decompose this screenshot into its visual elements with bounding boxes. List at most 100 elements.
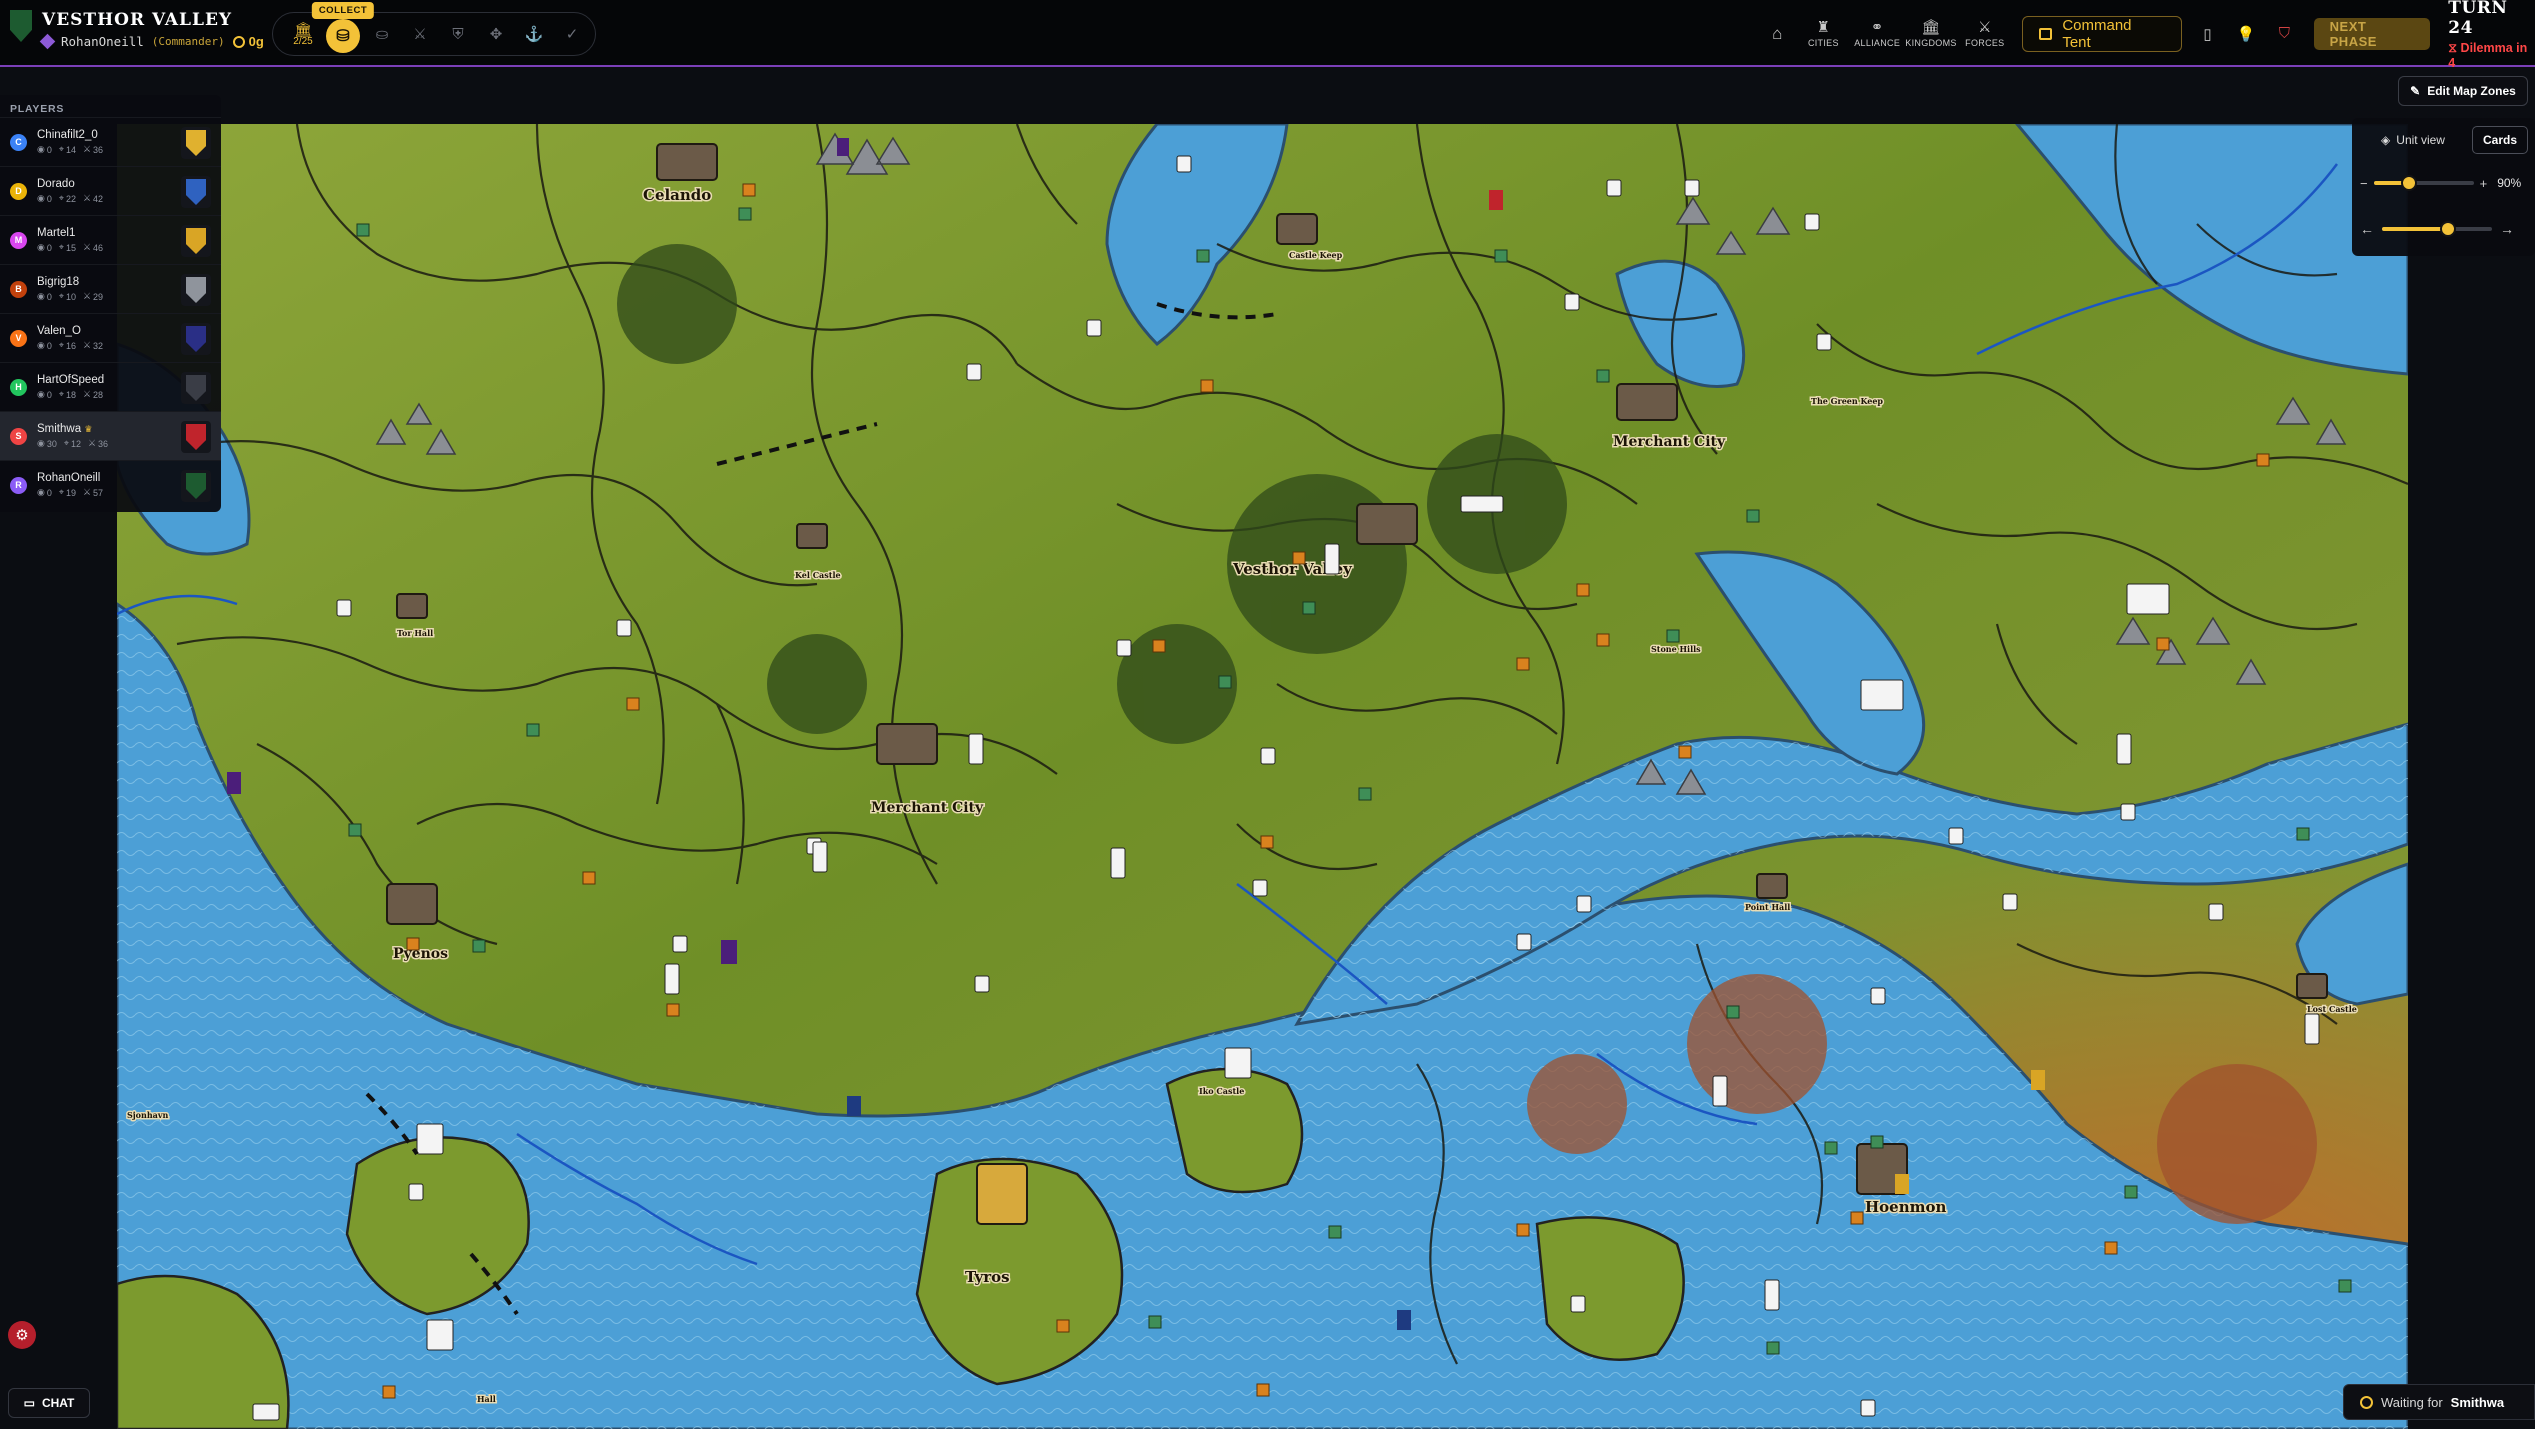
action-sword-button[interactable]: ⚔ [401, 15, 439, 53]
action-bar: 🏛 2/25 COLLECT ⛁ ⛀ ⚔ ⛨ ✥ ⚓ ✓ [272, 2, 596, 56]
city-label[interactable]: Celando [642, 185, 713, 206]
castle-icon: ♜ [1816, 18, 1831, 36]
player-row[interactable]: S Smithwa ♛ ◉ 30 ⌖ 12 ⚔ 36 [0, 411, 221, 460]
zoom-percent: 90% [2497, 176, 2522, 190]
crest-shield-icon [186, 424, 206, 450]
player-role: (Commander) [151, 35, 225, 48]
city-label[interactable]: Tyros [964, 1267, 1012, 1288]
player-row[interactable]: D Dorado ◉ 0 ⌖ 22 ⚔ 42 [0, 166, 221, 215]
players-title: PLAYERS [10, 103, 65, 115]
player-avatar: H [10, 378, 27, 396]
coin-icon: ◉ [37, 487, 45, 497]
chat-button[interactable]: ▭ CHAT [8, 1388, 90, 1418]
city-label[interactable]: Hall [476, 1393, 498, 1406]
player-stats: ◉ 0 ⌖ 14 ⚔ 36 [37, 144, 103, 155]
city-label[interactable]: Sjonhavn [126, 1109, 170, 1122]
player-stats: ◉ 0 ⌖ 22 ⚔ 42 [37, 193, 103, 204]
coin-icon: ◉ [37, 340, 45, 350]
city-label[interactable]: Castle Keep [1288, 249, 1345, 262]
check-circle-icon: ✓ [565, 26, 579, 43]
nav-alliance[interactable]: ⚭ ALLIANCE [1850, 20, 1904, 48]
settings-button[interactable]: ⚙ [8, 1321, 36, 1349]
zoom-slider-knob[interactable] [2400, 175, 2417, 191]
coin-icon: ◉ [37, 438, 45, 448]
player-row[interactable]: V Valen_O ◉ 0 ⌖ 16 ⚔ 32 [0, 313, 221, 362]
collect-button[interactable]: ⛁ [326, 19, 360, 53]
player-row[interactable]: H HartOfSpeed ◉ 0 ⌖ 18 ⚔ 28 [0, 362, 221, 411]
nav-cities[interactable]: ♜ CITIES [1796, 20, 1850, 48]
coins-icon: ⛁ [336, 28, 350, 45]
player-avatar: M [10, 231, 27, 249]
city-label[interactable]: Stone Hills [1650, 643, 1703, 656]
player-row[interactable]: C Chinafilt2_0 ◉ 0 ⌖ 14 ⚔ 36 [0, 117, 221, 166]
player-avatar: C [10, 133, 27, 151]
turn-label: TURN 24 [2448, 0, 2508, 38]
commander-diamond-icon [39, 33, 56, 50]
coin-icon: ◉ [37, 144, 45, 154]
nav-label: FORCES [1965, 37, 2005, 48]
dilemma-countdown: ⧖ Dilemma in 4 [2448, 41, 2535, 70]
player-crest [181, 470, 211, 502]
waiting-prefix: Waiting for [2381, 1394, 2443, 1410]
crest-shield-icon [186, 228, 206, 254]
unit-view-toggle[interactable]: ◈ Unit view [2360, 126, 2466, 154]
edit-map-zones-label: Edit Map Zones [2427, 84, 2516, 98]
world-map[interactable]: Celando Castle Keep Merchant City The Gr… [117, 124, 2408, 1429]
cards-view-toggle[interactable]: Cards [2472, 126, 2528, 154]
city-label[interactable]: Merchant City [1612, 433, 1728, 452]
zoom-slider[interactable] [2373, 175, 2474, 191]
city-label[interactable]: Kel Castle [794, 569, 843, 582]
treasury-button[interactable]: 🏛 2/25 [283, 22, 323, 47]
pin-icon: ⌖ [58, 291, 64, 301]
edit-map-zones-button[interactable]: ✎ Edit Map Zones [2398, 76, 2528, 106]
map-canvas[interactable]: Celando Castle Keep Merchant City The Gr… [117, 124, 2408, 1429]
zoom-out-button[interactable]: − [2360, 176, 2368, 191]
unit-view-label: Unit view [2396, 133, 2445, 147]
action-anchor-button[interactable]: ⚓ [515, 15, 553, 53]
city-label[interactable]: Pyenos [392, 945, 450, 964]
zoom-in-button[interactable]: + [2480, 176, 2488, 191]
city-label[interactable]: Lost Castle [2306, 1003, 2359, 1016]
city-label[interactable]: Merchant City [870, 799, 986, 818]
city-label[interactable]: Point Hall [1744, 901, 1792, 914]
chat-bubble-icon: ▭ [23, 1396, 35, 1410]
player-stats: ◉ 0 ⌖ 10 ⚔ 29 [37, 291, 103, 302]
player-stats: ◉ 0 ⌖ 19 ⚔ 57 [37, 487, 103, 498]
player-gold: ◉ 0 [37, 487, 52, 498]
home-button[interactable]: ⌂ [1758, 24, 1796, 44]
rotate-left-icon[interactable]: ← [2360, 221, 2374, 237]
player-row[interactable]: R RohanOneill ◉ 0 ⌖ 19 ⚔ 57 [0, 460, 221, 509]
action-confirm-button[interactable]: ✓ [553, 15, 591, 53]
device-button[interactable]: ▯ [2188, 25, 2226, 43]
nav-forces[interactable]: ⚔ FORCES [1958, 20, 2012, 48]
rotation-slider[interactable] [2382, 221, 2492, 237]
command-tent-button[interactable]: Command Tent [2021, 15, 2183, 52]
next-phase-button[interactable]: NEXT PHASE [2313, 17, 2431, 50]
defense-button[interactable]: ⛉ [2265, 25, 2303, 42]
pin-icon: ⌖ [58, 340, 64, 350]
coins-icon: ⛀ [375, 26, 389, 43]
player-crest [181, 127, 211, 159]
bank-icon: 🏛 [294, 20, 312, 37]
sword-icon: ⚔ [82, 340, 92, 350]
city-label[interactable]: Hoenmon [1864, 1197, 1949, 1218]
city-label[interactable]: The Green Keep [1810, 395, 1885, 408]
player-cities: ⌖ 19 [58, 487, 76, 498]
pin-icon: ⌖ [58, 487, 64, 497]
rotation-slider-knob[interactable] [2440, 221, 2456, 237]
city-label[interactable]: Tor Hall [396, 627, 435, 640]
action-shield-button[interactable]: ⛨ [439, 15, 477, 53]
action-move-button[interactable]: ✥ [477, 15, 515, 53]
nav-kingdoms[interactable]: 🏛 KINGDOMS [1904, 20, 1958, 48]
sword-icon: ⚔ [82, 291, 92, 301]
player-row[interactable]: M Martel1 ◉ 0 ⌖ 15 ⚔ 46 [0, 215, 221, 264]
hint-button[interactable]: 💡 [2227, 25, 2265, 43]
gear-icon: ⚙ [15, 1327, 29, 1344]
city-label[interactable]: Iko Castle [1198, 1085, 1246, 1098]
player-row[interactable]: B Bigrig18 ◉ 0 ⌖ 10 ⚔ 29 [0, 264, 221, 313]
dilemma-text: Dilemma in 4 [2448, 40, 2528, 70]
rotate-right-icon[interactable]: → [2500, 221, 2514, 237]
sword-icon: ⚔ [413, 26, 427, 43]
player-name: HartOfSpeed [37, 374, 105, 386]
action-coins-button[interactable]: ⛀ [363, 15, 401, 53]
